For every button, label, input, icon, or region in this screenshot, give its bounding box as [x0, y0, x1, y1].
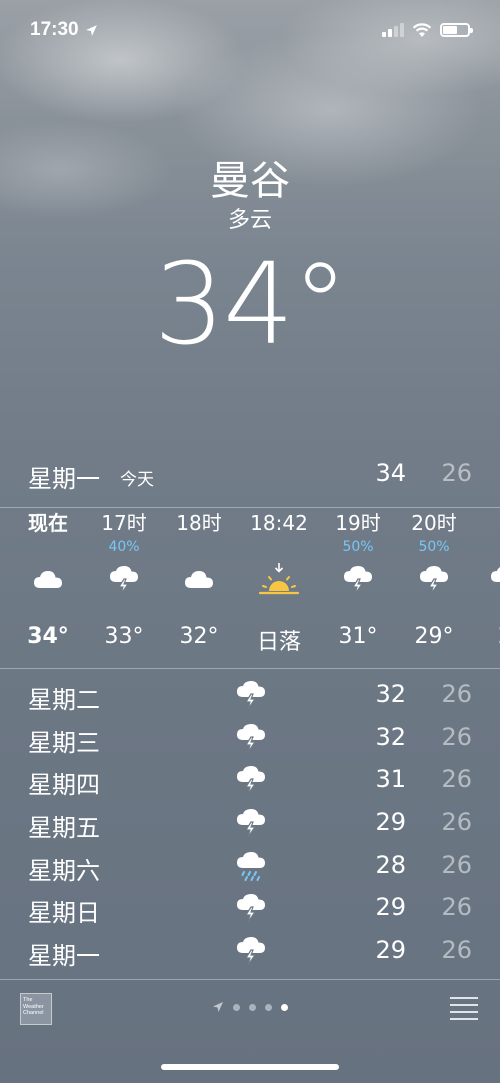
hourly-item: 17时 40% 33°	[84, 508, 164, 649]
thunderstorm-icon	[84, 562, 164, 598]
hourly-temp: 34°	[27, 624, 69, 649]
daily-day-name: 星期四	[28, 771, 100, 800]
daily-row: 星期二 32 26	[0, 672, 500, 715]
thunderstorm-icon	[234, 893, 268, 923]
hourly-time: 18时	[176, 511, 222, 535]
daily-row: 星期三 32 26	[0, 715, 500, 758]
thunderstorm-icon	[234, 808, 268, 838]
daily-day-name: 星期日	[28, 899, 100, 928]
thunderstorm-icon	[234, 723, 268, 753]
page-dot-active	[281, 1003, 288, 1011]
today-summary-row: 星期一 今天 34 26	[0, 455, 500, 495]
daily-day-name: 星期六	[28, 856, 100, 885]
home-indicator[interactable]	[161, 1064, 339, 1070]
daily-day-name: 星期一	[28, 942, 100, 971]
daily-day-name: 星期二	[28, 686, 100, 714]
location-arrow-icon	[213, 1002, 223, 1012]
divider	[0, 668, 500, 669]
daily-row: 星期五 29 26	[0, 800, 500, 843]
hourly-temp: 2	[465, 624, 500, 649]
hourly-item: 18时 32°	[159, 508, 239, 649]
location-arrow-icon	[85, 24, 97, 36]
page-indicator[interactable]	[212, 1001, 288, 1013]
daily-low: 26	[441, 765, 472, 794]
thunderstorm-icon	[234, 765, 268, 795]
hourly-precip	[8, 538, 88, 556]
hourly-precip	[159, 538, 239, 556]
hourly-precip	[239, 538, 319, 556]
hourly-item: 18:42 日落	[239, 508, 319, 656]
thunderstorm-icon	[465, 562, 500, 598]
cellular-signal-icon	[382, 23, 404, 37]
daily-high: 29	[375, 893, 406, 922]
weather-channel-logo[interactable]: The Weather Channel	[20, 993, 52, 1025]
status-time: 17:30	[30, 19, 79, 40]
hourly-precip: 50%	[342, 539, 374, 555]
hourly-item: 19时 50% 31°	[318, 508, 398, 649]
today-high: 34	[375, 459, 406, 487]
sunset-icon	[239, 562, 319, 598]
hourly-time: 18:42	[250, 511, 308, 535]
cloud-icon	[159, 562, 239, 598]
daily-row: 星期日 29 26	[0, 885, 500, 928]
wifi-icon	[412, 22, 432, 37]
daily-low: 26	[441, 722, 472, 751]
hourly-time: 17时	[101, 511, 147, 535]
daily-low: 26	[441, 936, 472, 965]
daily-high: 28	[375, 850, 406, 879]
daily-low: 26	[441, 850, 472, 879]
hourly-temp: 日落	[256, 630, 301, 655]
daily-high: 29	[375, 808, 406, 837]
hourly-time: 现在	[28, 511, 68, 535]
hourly-temp: 33°	[104, 624, 144, 649]
city-list-icon[interactable]	[450, 997, 478, 1020]
hourly-time: 20时	[411, 511, 457, 535]
thunderstorm-icon	[234, 936, 268, 966]
daily-row: 星期六 28 26	[0, 843, 500, 886]
daily-day-name: 星期三	[28, 728, 100, 757]
battery-icon	[440, 23, 473, 37]
bottom-bar: The Weather Channel	[0, 985, 500, 1035]
current-temperature: 34°	[153, 240, 349, 370]
hourly-item: 现在 34°	[8, 508, 88, 649]
today-label: 今天	[120, 470, 154, 490]
hourly-precip: 50%	[418, 539, 450, 555]
city-name: 曼谷	[210, 158, 290, 204]
daily-day-name: 星期五	[28, 814, 100, 843]
today-low: 26	[441, 459, 472, 487]
status-bar: 17:30	[0, 0, 500, 60]
thunderstorm-icon	[234, 680, 268, 710]
daily-forecast-list[interactable]: 星期二 32 26 星期三 32 26 星期四 31 26 星期五 29 26 星期六 28 26 星期日 29…	[0, 672, 500, 971]
daily-low: 26	[441, 680, 472, 708]
daily-high: 32	[375, 680, 406, 708]
weather-condition: 多云	[227, 208, 272, 233]
daily-low: 26	[441, 808, 472, 837]
page-dot	[233, 1003, 240, 1011]
daily-high: 31	[375, 765, 406, 794]
hourly-temp: 29°	[414, 624, 454, 649]
hourly-precip: 4	[465, 538, 500, 556]
page-dot	[249, 1003, 256, 1011]
daily-low: 26	[441, 893, 472, 922]
hourly-time: 19时	[335, 511, 381, 535]
hourly-item: 242	[465, 508, 500, 649]
cloud-icon	[8, 562, 88, 598]
divider	[0, 979, 500, 980]
daily-high: 29	[375, 936, 406, 965]
today-day-name: 星期一	[28, 465, 100, 493]
hourly-time: 2	[465, 508, 500, 538]
rain-icon	[234, 851, 268, 881]
hourly-temp: 32°	[179, 624, 219, 649]
daily-row: 星期一 29 26	[0, 928, 500, 971]
thunderstorm-icon	[318, 562, 398, 598]
daily-row: 星期四 31 26	[0, 757, 500, 800]
hourly-item: 20时 50% 29°	[394, 508, 474, 649]
daily-high: 32	[375, 722, 406, 751]
hourly-temp: 31°	[338, 624, 378, 649]
hourly-forecast-strip[interactable]: 现在 34° 17时 40% 33° 18时 32° 18:42 日落 19时 50% 31° 20时 5…	[0, 508, 500, 668]
thunderstorm-icon	[394, 562, 474, 598]
page-dot	[265, 1003, 272, 1011]
hourly-precip: 40%	[108, 539, 140, 555]
